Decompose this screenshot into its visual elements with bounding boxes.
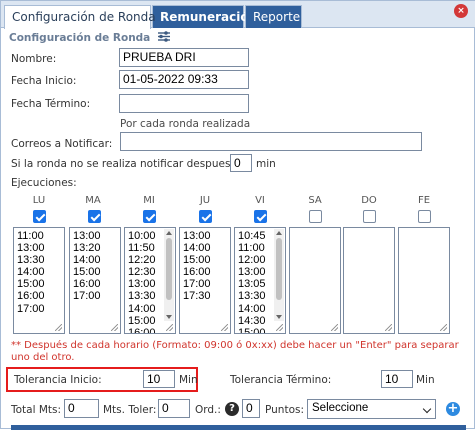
day-times-textarea-ma[interactable]: 13:00 13:20 14:00 15:00 16:00 17:00 — [69, 227, 121, 334]
ejecuciones-label: Ejecuciones: — [11, 177, 77, 189]
day-header-lu: LU — [32, 195, 46, 206]
fecha-inicio-input[interactable]: 01-05-2022 09:33 — [119, 70, 249, 89]
add-point-icon[interactable]: + — [446, 402, 460, 416]
mts-toler-label: Mts. Toler: — [103, 404, 157, 416]
day-times-text: 11:00 13:00 13:30 14:00 15:00 16:00 17:0… — [17, 230, 45, 315]
puntos-select[interactable]: Seleccione — [307, 399, 436, 419]
day-header-sa: SA — [308, 195, 322, 206]
day-times-textarea-fe[interactable] — [398, 227, 450, 334]
day-header-vi: VI — [255, 195, 265, 206]
tolerancia-inicio-input[interactable]: 10 — [143, 370, 175, 388]
fecha-termino-label: Fecha Término: — [11, 98, 91, 110]
ronda-dialog: Configuración de Ronda Remuneración Repo… — [0, 0, 475, 430]
puntos-table-header — [11, 425, 466, 430]
day-header-do: DO — [361, 195, 377, 206]
nombre-label: Nombre: — [11, 53, 57, 65]
day-times-textarea-vi[interactable]: 10:45 11:00 12:00 13:00 13:05 13:30 14:0… — [234, 227, 286, 334]
day-header-ma: MA — [85, 195, 101, 206]
scroll-thumb[interactable] — [276, 238, 282, 300]
mts-toler-input[interactable]: 0 — [158, 399, 190, 418]
resize-grip-icon[interactable] — [331, 324, 338, 331]
day-times-text: 10:45 11:00 12:00 13:00 13:05 13:30 14:0… — [238, 230, 266, 334]
notificar-label: Si la ronda no se realiza notificar desp… — [11, 158, 251, 170]
day-header-ju: JU — [199, 195, 211, 206]
day-times-textarea-mi[interactable]: 10:00 11:50 12:20 12:30 13:00 13:30 14:0… — [124, 227, 176, 334]
resize-grip-icon[interactable] — [111, 324, 118, 331]
day-header-fe: FE — [417, 195, 431, 206]
day-times-textarea-lu[interactable]: 11:00 13:00 13:30 14:00 15:00 16:00 17:0… — [13, 227, 65, 334]
ronda-hint: Por cada ronda realizada — [120, 118, 251, 130]
day-checkbox-fe[interactable] — [418, 210, 431, 223]
day-times-textarea-ju[interactable]: 13:00 14:00 15:00 16:00 17:00 17:30 — [179, 227, 231, 334]
tolerancia-termino-unit: Min — [416, 374, 435, 386]
day-checkbox-lu[interactable] — [33, 210, 46, 223]
nombre-input[interactable]: PRUEBA DRI — [119, 48, 249, 67]
day-times-textarea-do[interactable] — [343, 227, 395, 334]
sliders-icon — [157, 31, 171, 45]
tolerancia-termino-label: Tolerancia Término: — [230, 374, 332, 386]
section-title: Configuración de Ronda — [9, 31, 171, 45]
correos-label: Correos a Notificar: — [11, 138, 113, 150]
scroll-thumb[interactable] — [166, 238, 172, 300]
textarea-scrollbar[interactable] — [274, 229, 284, 321]
resize-grip-icon[interactable] — [385, 324, 392, 331]
tab-remuneracion[interactable]: Remuneración — [152, 5, 257, 28]
tolerancia-inicio-unit: Min — [179, 374, 198, 386]
resize-grip-icon[interactable] — [221, 324, 228, 331]
tolerancia-termino-input[interactable]: 10 — [381, 370, 413, 388]
scroll-down-icon[interactable] — [276, 315, 282, 319]
section-title-text: Configuración de Ronda — [9, 32, 151, 44]
puntos-selected-value: Seleccione — [312, 402, 369, 414]
day-checkbox-do[interactable] — [363, 210, 376, 223]
scroll-down-icon[interactable] — [166, 315, 172, 319]
resize-grip-icon[interactable] — [440, 324, 447, 331]
fecha-inicio-label: Fecha Inicio: — [11, 75, 77, 87]
tab-bar: Configuración de Ronda Remuneración Repo… — [1, 1, 475, 29]
day-checkbox-ma[interactable] — [88, 210, 101, 223]
resize-grip-icon[interactable] — [276, 324, 283, 331]
tab-reporte[interactable]: Reporte — [245, 5, 302, 28]
fecha-termino-input[interactable] — [119, 94, 249, 113]
ord-input[interactable]: 0 — [242, 399, 260, 418]
tab-configuracion-ronda[interactable]: Configuración de Ronda — [4, 5, 156, 29]
resize-grip-icon[interactable] — [166, 324, 173, 331]
ord-label: Ord.: — [195, 404, 221, 416]
textarea-scrollbar[interactable] — [164, 229, 174, 321]
puntos-label: Puntos: — [265, 404, 305, 416]
correos-input[interactable] — [120, 132, 422, 151]
day-times-textarea-sa[interactable] — [289, 227, 341, 334]
day-times-text: 13:00 14:00 15:00 16:00 17:00 17:30 — [183, 230, 211, 303]
resize-grip-icon[interactable] — [55, 324, 62, 331]
help-icon[interactable]: ? — [225, 402, 239, 416]
day-checkbox-ju[interactable] — [199, 210, 212, 223]
chevron-down-icon — [422, 404, 432, 414]
total-mts-label: Total Mts: — [11, 404, 62, 416]
scroll-up-icon[interactable] — [166, 231, 172, 235]
day-checkbox-mi[interactable] — [143, 210, 156, 223]
scroll-up-icon[interactable] — [276, 231, 282, 235]
day-checkbox-sa[interactable] — [309, 210, 322, 223]
tolerancia-inicio-label: Tolerancia Inicio: — [14, 374, 102, 386]
close-icon[interactable]: × — [454, 4, 468, 18]
notificar-minutes-input[interactable]: 0 — [230, 154, 252, 172]
day-header-mi: MI — [143, 195, 155, 206]
day-times-text: 10:00 11:50 12:20 12:30 13:00 13:30 14:0… — [128, 230, 156, 334]
day-checkbox-vi[interactable] — [254, 210, 267, 223]
day-times-text: 13:00 13:20 14:00 15:00 16:00 17:00 — [73, 230, 101, 303]
horario-warning: ** Después de cada horario (Formato: 09:… — [11, 340, 459, 363]
total-mts-input[interactable]: 0 — [64, 399, 99, 418]
notificar-unit: min — [256, 158, 276, 170]
